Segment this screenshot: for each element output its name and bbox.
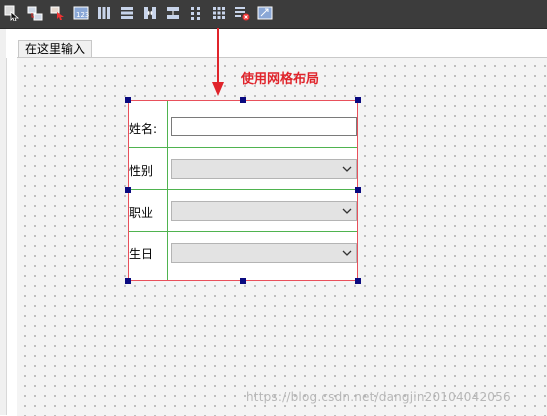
layout-vertical-icon[interactable] <box>119 5 135 21</box>
tab-type-here[interactable]: 在这里输入 <box>18 40 93 58</box>
name-input[interactable] <box>171 117 357 136</box>
grid-column-line <box>167 101 168 280</box>
break-layout-icon[interactable] <box>234 5 250 21</box>
grid-row-line <box>129 189 357 190</box>
chevron-down-icon <box>342 208 352 214</box>
left-panel-edge <box>0 29 7 415</box>
layout-vertical-splitter-icon[interactable] <box>165 5 181 21</box>
name-label: 姓名: <box>129 122 158 136</box>
selection-handle[interactable] <box>240 278 246 284</box>
gender-label: 性别 <box>129 164 154 178</box>
adjust-size-icon[interactable] <box>257 5 273 21</box>
edit-buddies-icon[interactable] <box>50 5 66 21</box>
selection-handle[interactable] <box>355 187 361 193</box>
selection-handle[interactable] <box>125 278 131 284</box>
layout-form-icon[interactable] <box>188 5 204 21</box>
edit-tab-order-icon[interactable]: 123 <box>73 5 89 21</box>
chevron-down-icon <box>342 250 352 256</box>
gender-combobox[interactable] <box>171 159 357 179</box>
grid-row-line <box>129 231 357 232</box>
chevron-down-icon <box>342 166 352 172</box>
layout-horizontal-icon[interactable] <box>96 5 112 21</box>
designer-toolbar: 123 <box>0 0 547 29</box>
job-label: 职业 <box>129 206 154 220</box>
selection-handle[interactable] <box>355 278 361 284</box>
edit-widgets-icon[interactable] <box>4 5 20 21</box>
annotation-text: 使用网格布局 <box>241 72 320 87</box>
selection-handle[interactable] <box>125 97 131 103</box>
grid-row-line <box>129 147 357 148</box>
edit-signals-slots-icon[interactable] <box>27 5 43 21</box>
selection-handle[interactable] <box>125 187 131 193</box>
job-combobox[interactable] <box>171 201 357 221</box>
annotation-arrow-icon <box>212 28 224 96</box>
birthday-label: 生日 <box>129 247 154 261</box>
selection-handle[interactable] <box>240 97 246 103</box>
layout-horizontal-splitter-icon[interactable] <box>142 5 158 21</box>
svg-text:123: 123 <box>76 11 89 19</box>
layout-grid-icon[interactable] <box>211 5 227 21</box>
watermark: https://blog.csdn.net/dangjin20104042056 <box>246 390 511 404</box>
selection-handle[interactable] <box>355 97 361 103</box>
tab-bar: 在这里输入 <box>6 29 547 58</box>
birthday-combobox[interactable] <box>171 243 357 263</box>
